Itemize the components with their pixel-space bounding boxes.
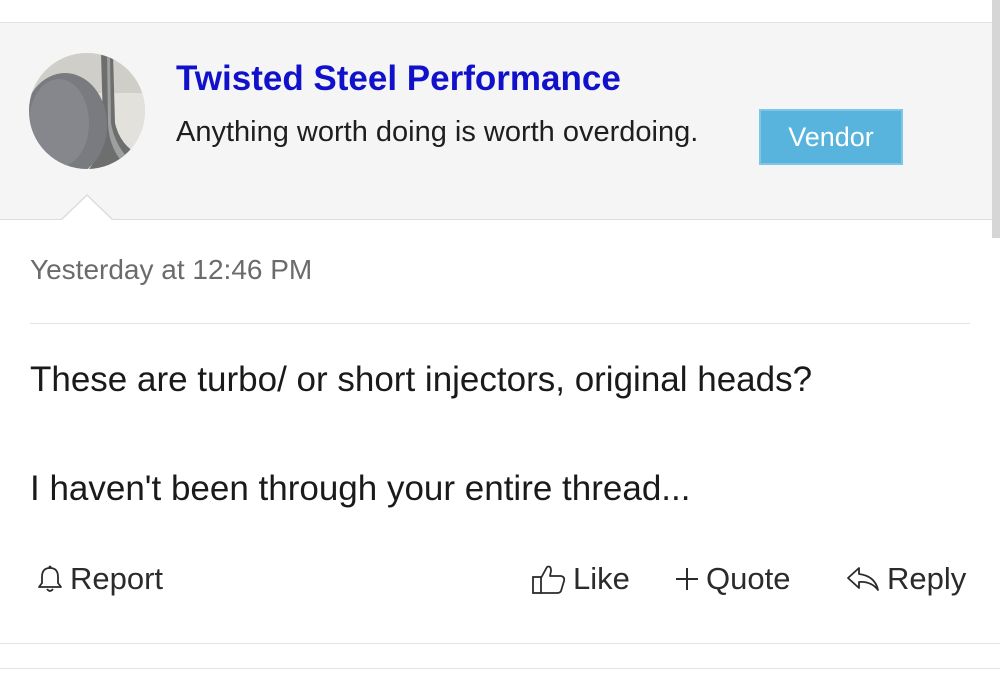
plus-icon bbox=[676, 568, 698, 590]
post-actions-bar: Report Like Quote Reply bbox=[0, 556, 1000, 606]
quote-label: Quote bbox=[706, 561, 791, 596]
valve-photo-avatar-icon bbox=[29, 53, 145, 169]
user-avatar[interactable] bbox=[29, 53, 145, 169]
like-label: Like bbox=[573, 561, 630, 596]
post-user-header: Twisted Steel Performance Anything worth… bbox=[0, 23, 992, 220]
quote-button[interactable]: Quote bbox=[674, 561, 790, 597]
message-paragraph: I haven't been through your entire threa… bbox=[30, 469, 691, 508]
post-bottom-divider bbox=[0, 643, 1000, 644]
scrollbar[interactable] bbox=[992, 0, 1000, 238]
message-paragraph: These are turbo/ or short injectors, ori… bbox=[30, 360, 813, 399]
header-pointer bbox=[61, 196, 113, 221]
reply-arrow-icon bbox=[847, 567, 879, 591]
reply-label: Reply bbox=[887, 561, 967, 596]
next-post-divider bbox=[0, 668, 1000, 669]
post-timestamp[interactable]: Yesterday at 12:46 PM bbox=[30, 254, 312, 286]
username-link[interactable]: Twisted Steel Performance bbox=[176, 59, 621, 99]
bell-icon bbox=[38, 565, 62, 592]
reply-button[interactable]: Reply bbox=[845, 561, 966, 597]
vendor-badge: Vendor bbox=[759, 109, 903, 165]
like-button[interactable]: Like bbox=[531, 561, 630, 597]
report-button[interactable]: Report bbox=[36, 561, 163, 597]
thumbs-up-icon bbox=[532, 565, 566, 594]
post-divider bbox=[30, 323, 970, 324]
user-title: Anything worth doing is worth overdoing. bbox=[176, 116, 699, 148]
report-label: Report bbox=[70, 561, 164, 596]
forum-post-page: Twisted Steel Performance Anything worth… bbox=[0, 0, 1000, 675]
